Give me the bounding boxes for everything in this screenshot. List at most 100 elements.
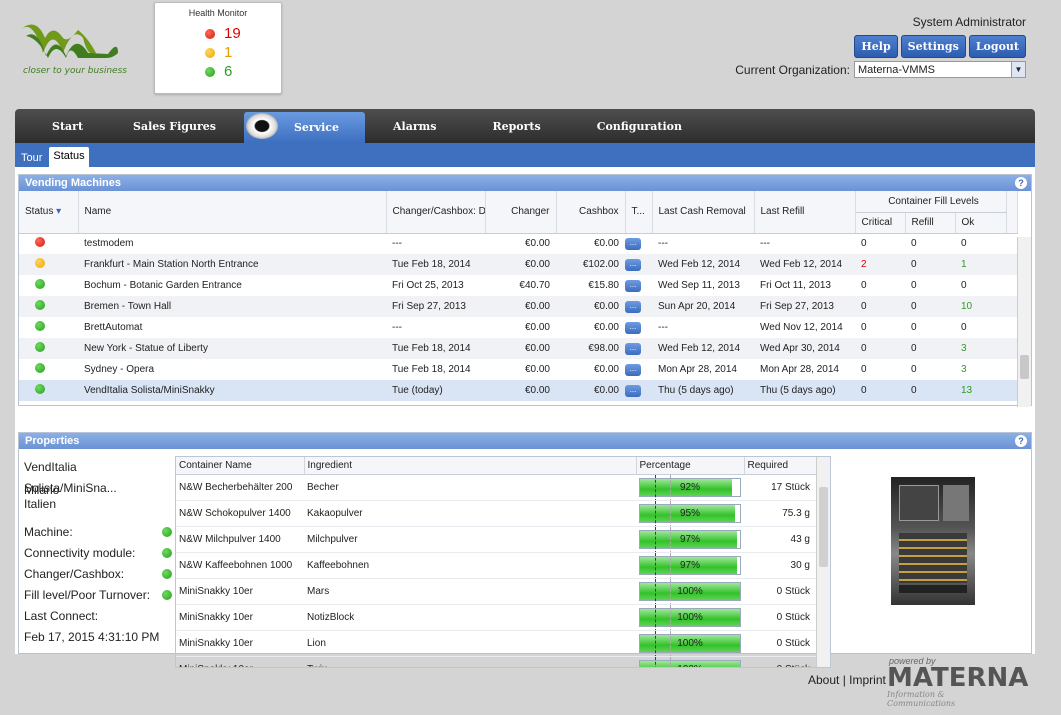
changer-cashbox-cell: Fri Sep 27, 2013	[386, 296, 485, 317]
col-status[interactable]: Status ▾	[19, 191, 79, 234]
details-button[interactable]: ...	[625, 300, 641, 313]
container-row[interactable]: N&W Schokopulver 1400 Kakaopulver 95% 75…	[176, 500, 816, 527]
vm-scrollbar[interactable]	[1017, 237, 1031, 407]
last-refill-cell: Wed Feb 12, 2014	[754, 254, 855, 275]
details-button[interactable]: ...	[625, 279, 641, 292]
changer-cell: €0.00	[485, 380, 556, 401]
containers-scrollbar[interactable]	[816, 457, 830, 667]
settings-button[interactable]: Settings	[900, 35, 966, 58]
subtab-tour[interactable]: Tour	[17, 149, 46, 167]
tab-start[interactable]: Start	[30, 109, 105, 143]
status-icon	[35, 258, 45, 268]
col-changer[interactable]: Changer	[485, 191, 557, 234]
changer-label: Changer/Cashbox:	[24, 566, 125, 581]
machine-name: VendItalia Solista/MiniSna...	[24, 460, 117, 495]
container-row[interactable]: N&W Becherbehälter 200 Becher 92% 17 Stü…	[176, 474, 816, 501]
col-ok[interactable]: Ok	[955, 212, 1007, 234]
status-icon	[35, 342, 45, 352]
required-cell: 43 g	[744, 526, 816, 553]
vending-machine-row[interactable]: VendItalia Solista/MiniSnakky Tue (today…	[19, 380, 1018, 401]
changer-cashbox-cell: Tue Feb 18, 2014	[386, 254, 485, 275]
critical-cell: 0	[855, 296, 905, 317]
tab-service[interactable]: Service	[243, 112, 365, 143]
col-changer-cashbox[interactable]: Changer/Cashbox: D...	[386, 191, 486, 234]
changer-cashbox-cell: ---	[392, 238, 402, 250]
col-critical[interactable]: Critical	[855, 212, 906, 234]
container-row[interactable]: MiniSnakky 10er Mars 100% 0 Stück	[176, 578, 816, 605]
container-row[interactable]: MiniSnakky 10er Twix 100% 0 Stück	[176, 656, 816, 667]
required-cell: 0 Stück	[744, 578, 816, 605]
col-required[interactable]: Required	[744, 457, 817, 475]
col-name[interactable]: Name	[78, 191, 387, 234]
vending-machine-row[interactable]: Frankfurt - Main Station North Entrance …	[19, 254, 1018, 275]
vending-machine-row[interactable]: Bochum - Botanic Garden Entrance Fri Oct…	[19, 275, 1017, 296]
container-row[interactable]: N&W Kaffeebohnen 1000 Kaffeebohnen 97% 3…	[176, 552, 816, 579]
vm-scroll-thumb[interactable]	[1020, 355, 1029, 379]
health-monitor[interactable]: Health Monitor 19 1 6	[154, 2, 282, 94]
imprint-link[interactable]: Imprint	[849, 673, 886, 687]
details-button[interactable]: ...	[625, 384, 641, 397]
col-percentage[interactable]: Percentage	[636, 457, 745, 475]
col-ingredient[interactable]: Ingredient	[304, 457, 637, 475]
details-button[interactable]: ...	[625, 363, 641, 376]
org-select[interactable]: Materna-VMMS ▼	[854, 61, 1026, 78]
vending-machine-row[interactable]: testmodem --- €0.00 €0.00 ... --- --- 0 …	[19, 233, 1017, 254]
container-row[interactable]: MiniSnakky 10er Lion 100% 0 Stück	[176, 630, 816, 657]
tab-sales-figures[interactable]: Sales Figures	[105, 109, 244, 143]
cashbox-cell: €102.00	[556, 254, 625, 275]
help-icon[interactable]: ?	[1015, 177, 1027, 189]
connectivity-label: Connectivity module:	[24, 545, 136, 560]
tab-reports[interactable]: Reports	[464, 109, 568, 143]
col-cashbox[interactable]: Cashbox	[556, 191, 626, 234]
machine-label: Machine:	[24, 524, 73, 539]
col-last-refill[interactable]: Last Refill	[754, 191, 856, 234]
containers-scroll-thumb[interactable]	[819, 487, 828, 567]
vending-machine-row[interactable]: BrettAutomat --- €0.00 €0.00 ... --- Wed…	[19, 317, 1017, 338]
ingredient-cell: Kakaopulver	[304, 500, 636, 527]
fill-percentage-bar: 97%	[639, 526, 741, 551]
details-button[interactable]: ...	[625, 258, 641, 271]
about-link[interactable]: About	[808, 673, 839, 687]
fill-percentage-text: 97%	[679, 559, 700, 571]
col-refill[interactable]: Refill	[905, 212, 956, 234]
health-yellow-count: 1	[224, 44, 233, 61]
status-icon	[35, 363, 45, 373]
vending-machine-row[interactable]: Sydney - Opera Tue Feb 18, 2014 €0.00 €0…	[19, 359, 1017, 380]
changer-cashbox-cell: Tue Feb 18, 2014	[392, 364, 471, 375]
chevron-down-icon[interactable]: ▼	[1011, 62, 1025, 77]
critical-cell: 0	[861, 280, 867, 291]
details-button[interactable]: ...	[625, 237, 641, 250]
connectivity-status-icon	[162, 547, 172, 558]
vending-machine-row[interactable]: New York - Statue of Liberty Tue Feb 18,…	[19, 338, 1018, 359]
refill-cell: 0	[905, 338, 955, 359]
subtab-status[interactable]: Status	[49, 147, 89, 167]
help-icon[interactable]: ?	[1015, 435, 1027, 447]
details-button[interactable]: ...	[625, 321, 641, 334]
changer-cell: €40.70	[519, 280, 550, 291]
vending-machine-row[interactable]: Bremen - Town Hall Fri Sep 27, 2013 €0.0…	[19, 296, 1018, 317]
col-last-cash-removal[interactable]: Last Cash Removal	[652, 191, 755, 234]
container-row[interactable]: MiniSnakky 10er NotizBlock 100% 0 Stück	[176, 604, 816, 631]
tab-alarms[interactable]: Alarms	[365, 109, 464, 143]
main-panel: Start Sales Figures Service Alarms Repor…	[15, 109, 1035, 668]
health-red-count: 19	[224, 25, 241, 42]
ok-cell: 0	[961, 322, 967, 333]
required-cell: 0 Stück	[744, 604, 816, 631]
required-cell: 0 Stück	[744, 630, 816, 657]
col-container-name[interactable]: Container Name	[176, 457, 305, 475]
logout-button[interactable]: Logout	[968, 35, 1026, 58]
details-button[interactable]: ...	[625, 342, 641, 355]
refill-cell: 0	[905, 254, 955, 275]
ok-cell: 10	[955, 296, 1007, 317]
vending-machine-image	[891, 477, 975, 605]
last-refill-cell: Fri Oct 11, 2013	[760, 280, 831, 291]
cashbox-cell: €0.00	[593, 238, 619, 250]
tab-configuration[interactable]: Configuration	[569, 109, 710, 143]
tab-service-label: Service	[293, 121, 339, 134]
org-label: Current Organization:	[735, 62, 850, 77]
help-button[interactable]: Help	[854, 35, 898, 58]
container-row[interactable]: N&W Milchpulver 1400 Milchpulver 97% 43 …	[176, 526, 816, 553]
ok-cell: 13	[955, 380, 1007, 401]
col-t[interactable]: T...	[625, 191, 653, 234]
cashbox-cell: €0.00	[556, 296, 625, 317]
